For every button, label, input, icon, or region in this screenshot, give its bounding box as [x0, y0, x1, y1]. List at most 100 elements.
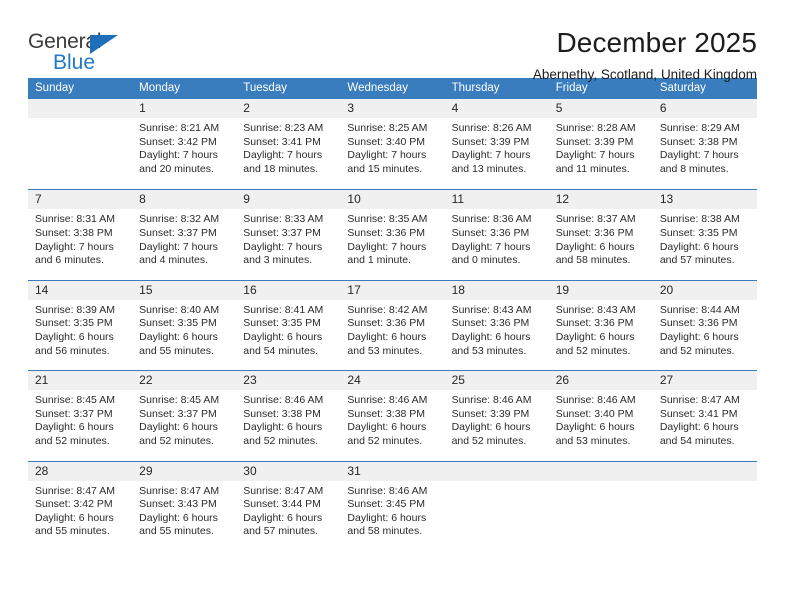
sunrise-text: Sunrise: 8:33 AM	[243, 213, 324, 226]
daylight-text: and 57 minutes.	[659, 254, 735, 267]
daylight-text: and 55 minutes.	[139, 344, 214, 357]
daylight-text: Daylight: 7 hours	[659, 149, 739, 162]
calendar-day-cell[interactable]: 7 Sunrise: 8:31 AM Sunset: 3:38 PM Daylight…	[28, 190, 133, 280]
calendar-day-cell-empty	[444, 461, 549, 551]
brand-logo[interactable]: General Blue	[28, 26, 143, 78]
calendar-day-cell[interactable]: 8 Sunrise: 8:32 AM Sunset: 3:37 PM Daylight…	[132, 190, 237, 280]
daylight-text: and 57 minutes.	[243, 525, 318, 538]
sunrise-text: Sunrise: 8:38 AM	[659, 213, 740, 226]
calendar-day-cell[interactable]: 5 Sunrise: 8:28 AM Sunset: 3:39 PM Daylight…	[548, 99, 653, 190]
weekday-header-saturday: Saturday	[659, 82, 706, 94]
daylight-text: and 52 minutes.	[347, 434, 423, 447]
day-number	[28, 99, 133, 118]
daylight-text: and 52 minutes.	[555, 344, 631, 357]
sunrise-text: Sunrise: 8:35 AM	[347, 213, 428, 226]
calendar-day-cell[interactable]: 28 Sunrise: 8:47 AM Sunset: 3:42 PM Dayligh…	[28, 461, 133, 551]
calendar-day-cell[interactable]: 23 Sunrise: 8:46 AM Sunset: 3:38 PM Dayligh…	[236, 371, 341, 461]
calendar-day-cell[interactable]: 6 Sunrise: 8:29 AM Sunset: 3:38 PM Daylight…	[652, 99, 757, 190]
daylight-text: and 58 minutes.	[347, 525, 423, 538]
day-number: 24	[340, 371, 445, 391]
day-number: 22	[132, 371, 237, 391]
daylight-text: Daylight: 6 hours	[555, 330, 635, 343]
calendar-day-cell[interactable]: 29 Sunrise: 8:47 AM Sunset: 3:43 PM Dayligh…	[132, 461, 237, 551]
calendar-day-cell[interactable]: 2 Sunrise: 8:23 AM Sunset: 3:41 PM Daylight…	[236, 99, 341, 190]
sunrise-text: Sunrise: 8:46 AM	[555, 394, 636, 407]
sunset-text: Sunset: 3:36 PM	[659, 317, 738, 330]
calendar-week-row: 1 Sunrise: 8:21 AM Sunset: 3:42 PM Daylight…	[28, 99, 757, 190]
calendar-day-cell[interactable]: 9 Sunrise: 8:33 AM Sunset: 3:37 PM Daylight…	[236, 190, 341, 280]
calendar-day-cell[interactable]: 13 Sunrise: 8:38 AM Sunset: 3:35 PM Dayligh…	[652, 190, 757, 280]
daylight-text: and 3 minutes.	[243, 254, 313, 267]
daylight-text: Daylight: 6 hours	[139, 421, 218, 434]
calendar-day-cell[interactable]: 21 Sunrise: 8:45 AM Sunset: 3:37 PM Dayligh…	[28, 371, 133, 461]
daylight-text: and 52 minutes.	[451, 434, 527, 447]
day-number: 9	[236, 190, 341, 210]
daylight-text: and 55 minutes.	[139, 525, 214, 538]
calendar-day-cell[interactable]: 19 Sunrise: 8:43 AM Sunset: 3:36 PM Dayligh…	[548, 280, 653, 371]
sunrise-text: Sunrise: 8:28 AM	[555, 122, 636, 134]
weekday-header-sunday: Sunday	[35, 82, 75, 94]
day-details: Sunrise: 8:29 AM Sunset: 3:38 PM Daylight:…	[653, 118, 757, 176]
day-details: Sunrise: 8:41 AM Sunset: 3:35 PM Daylight:…	[236, 300, 340, 358]
calendar-day-cell[interactable]: 16 Sunrise: 8:41 AM Sunset: 3:35 PM Dayligh…	[236, 280, 341, 371]
calendar-day-cell[interactable]: 25 Sunrise: 8:46 AM Sunset: 3:39 PM Dayligh…	[444, 371, 549, 461]
day-details	[653, 481, 757, 485]
sunrise-text: Sunrise: 8:31 AM	[35, 213, 115, 226]
daylight-text: Daylight: 6 hours	[451, 330, 531, 343]
day-details: Sunrise: 8:36 AM Sunset: 3:36 PM Daylight:…	[445, 209, 549, 267]
sunset-text: Sunset: 3:37 PM	[139, 226, 217, 239]
calendar-day-cell[interactable]: 24 Sunrise: 8:46 AM Sunset: 3:38 PM Dayligh…	[340, 371, 445, 461]
calendar-day-cell[interactable]: 22 Sunrise: 8:45 AM Sunset: 3:37 PM Dayligh…	[132, 371, 237, 461]
day-details: Sunrise: 8:39 AM Sunset: 3:35 PM Daylight:…	[28, 300, 132, 358]
weekday-header-wednesday: Wednesday	[347, 82, 408, 94]
sunrise-text: Sunrise: 8:39 AM	[35, 303, 115, 316]
day-number: 4	[444, 99, 549, 118]
calendar-day-cell[interactable]: 3 Sunrise: 8:25 AM Sunset: 3:40 PM Daylight…	[340, 99, 445, 190]
day-details: Sunrise: 8:46 AM Sunset: 3:38 PM Daylight:…	[236, 390, 340, 448]
daylight-text: and 52 minutes.	[659, 344, 735, 357]
calendar-day-cell-empty	[652, 461, 757, 551]
sunset-text: Sunset: 3:44 PM	[243, 498, 321, 511]
sunrise-text: Sunrise: 8:26 AM	[451, 122, 532, 134]
sunrise-text: Sunrise: 8:21 AM	[139, 122, 220, 134]
daylight-text: Daylight: 6 hours	[35, 330, 114, 343]
calendar-day-cell[interactable]: 15 Sunrise: 8:40 AM Sunset: 3:35 PM Dayligh…	[132, 280, 237, 371]
calendar-day-cell[interactable]: 26 Sunrise: 8:46 AM Sunset: 3:40 PM Dayligh…	[548, 371, 653, 461]
sunset-text: Sunset: 3:36 PM	[451, 226, 530, 239]
calendar-day-cell[interactable]: 10 Sunrise: 8:35 AM Sunset: 3:36 PM Dayligh…	[340, 190, 445, 280]
title-block: December 2025 Abernethy, Scotland, Unite…	[533, 26, 757, 85]
daylight-text: Daylight: 6 hours	[347, 421, 427, 434]
calendar-day-cell[interactable]: 18 Sunrise: 8:43 AM Sunset: 3:36 PM Dayligh…	[444, 280, 549, 371]
daylight-text: Daylight: 7 hours	[243, 240, 323, 253]
daylight-text: Daylight: 6 hours	[139, 511, 218, 524]
sunrise-text: Sunrise: 8:47 AM	[243, 484, 324, 497]
calendar-day-cell[interactable]: 4 Sunrise: 8:26 AM Sunset: 3:39 PM Daylight…	[444, 99, 549, 190]
calendar-day-cell[interactable]: 11 Sunrise: 8:36 AM Sunset: 3:36 PM Dayligh…	[444, 190, 549, 280]
sunset-text: Sunset: 3:36 PM	[555, 226, 634, 239]
calendar-day-cell[interactable]: 30 Sunrise: 8:47 AM Sunset: 3:44 PM Dayligh…	[236, 461, 341, 551]
day-number: 25	[444, 371, 549, 391]
day-number: 21	[28, 371, 133, 391]
sunset-text: Sunset: 3:41 PM	[659, 407, 738, 420]
calendar-week-row: 21 Sunrise: 8:45 AM Sunset: 3:37 PM Dayligh…	[28, 370, 757, 461]
day-number: 10	[340, 190, 445, 210]
calendar-day-cell[interactable]: 12 Sunrise: 8:37 AM Sunset: 3:36 PM Dayligh…	[548, 190, 653, 280]
day-number	[548, 461, 653, 481]
day-details: Sunrise: 8:21 AM Sunset: 3:42 PM Daylight:…	[132, 118, 236, 176]
sunset-text: Sunset: 3:35 PM	[139, 317, 217, 330]
daylight-text: Daylight: 6 hours	[451, 421, 531, 434]
calendar-day-cell[interactable]: 1 Sunrise: 8:21 AM Sunset: 3:42 PM Daylight…	[132, 99, 237, 190]
daylight-text: Daylight: 6 hours	[347, 511, 427, 524]
calendar-day-cell[interactable]: 31 Sunrise: 8:46 AM Sunset: 3:45 PM Dayligh…	[340, 461, 445, 551]
calendar-day-cell[interactable]: 20 Sunrise: 8:44 AM Sunset: 3:36 PM Dayligh…	[652, 280, 757, 371]
calendar-day-cell[interactable]: 17 Sunrise: 8:42 AM Sunset: 3:36 PM Dayligh…	[340, 280, 445, 371]
calendar-day-cell[interactable]: 27 Sunrise: 8:47 AM Sunset: 3:41 PM Dayligh…	[652, 371, 757, 461]
day-details: Sunrise: 8:23 AM Sunset: 3:41 PM Daylight:…	[236, 118, 340, 176]
sunrise-text: Sunrise: 8:45 AM	[35, 394, 115, 407]
day-number: 1	[132, 99, 237, 118]
daylight-text: Daylight: 7 hours	[139, 240, 218, 253]
calendar-day-cell[interactable]: 14 Sunrise: 8:39 AM Sunset: 3:35 PM Dayligh…	[28, 280, 133, 371]
calendar-day-cell-empty	[548, 461, 653, 551]
daylight-text: and 1 minute.	[347, 254, 412, 267]
sunrise-text: Sunrise: 8:32 AM	[139, 213, 220, 226]
